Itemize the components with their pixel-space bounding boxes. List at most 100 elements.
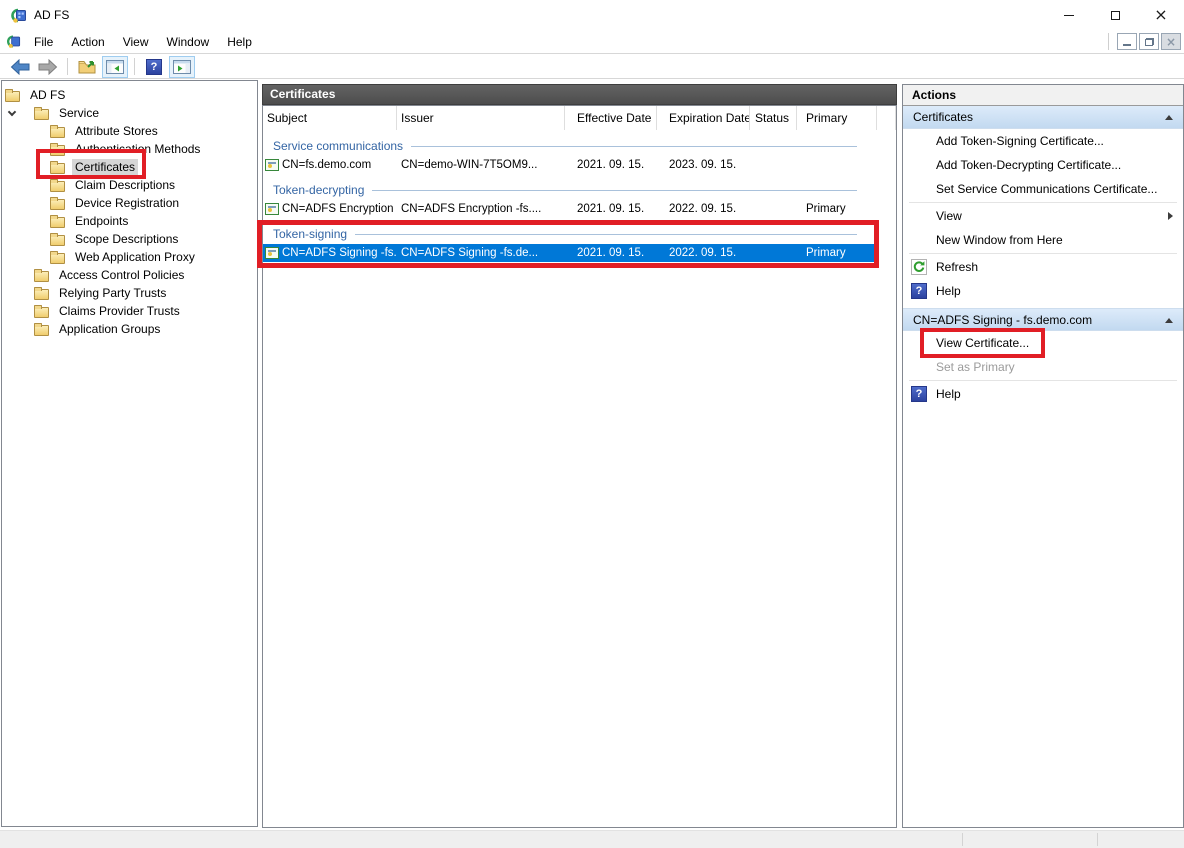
close-button[interactable] bbox=[1138, 0, 1184, 30]
help-button[interactable] bbox=[141, 56, 167, 78]
tree-item-label: Service bbox=[56, 105, 102, 121]
action-refresh[interactable]: Refresh bbox=[903, 255, 1183, 279]
child-minimize-button[interactable] bbox=[1117, 33, 1137, 50]
child-close-button[interactable] bbox=[1161, 33, 1181, 50]
back-button[interactable] bbox=[7, 56, 33, 78]
tree-item-access-control-policies[interactable]: Access Control Policies bbox=[2, 266, 257, 284]
action-new-window-from-here[interactable]: New Window from Here bbox=[903, 228, 1183, 252]
folder-icon bbox=[50, 181, 65, 192]
tree-item-endpoints[interactable]: Endpoints bbox=[2, 212, 257, 230]
action-help-selected-certificate[interactable]: Help bbox=[903, 382, 1183, 406]
cell-subject: CN=ADFS Encryption -fs.d... bbox=[282, 203, 397, 215]
certificates-list: Subject Issuer Effective Date Expiration… bbox=[262, 105, 897, 828]
menu-action[interactable]: Action bbox=[62, 30, 113, 53]
tree-item-claim-descriptions[interactable]: Claim Descriptions bbox=[2, 176, 257, 194]
column-header-expiration-date[interactable]: Expiration Date bbox=[657, 106, 750, 130]
action-view-certificate[interactable]: View Certificate... bbox=[903, 331, 1183, 355]
certificate-row-service-communications[interactable]: CN=fs.demo.com CN=demo-WIN-7T5OM9... 202… bbox=[263, 156, 877, 174]
cell-expiration-date: 2022. 09. 15. bbox=[657, 247, 750, 259]
column-header-filler bbox=[877, 106, 896, 130]
tree-item-label: Relying Party Trusts bbox=[56, 285, 169, 301]
divider bbox=[134, 58, 135, 75]
window-title: AD FS bbox=[34, 8, 69, 22]
tree-item-label: Endpoints bbox=[72, 213, 131, 229]
adfs-app-icon bbox=[9, 7, 27, 24]
tree-item-label: AD FS bbox=[27, 87, 68, 103]
tree-item-attribute-stores[interactable]: Attribute Stores bbox=[2, 122, 257, 140]
tree-item-authentication-methods[interactable]: Authentication Methods bbox=[2, 140, 257, 158]
cell-expiration-date: 2023. 09. 15. bbox=[657, 159, 750, 171]
divider bbox=[1108, 33, 1109, 50]
forward-arrow-icon bbox=[38, 59, 58, 75]
column-header-effective-date[interactable]: Effective Date bbox=[565, 106, 657, 130]
tree-item-label: Access Control Policies bbox=[56, 267, 187, 283]
folder-icon bbox=[34, 307, 49, 318]
tree-item-service[interactable]: Service bbox=[2, 104, 257, 122]
list-column-headers: Subject Issuer Effective Date Expiration… bbox=[263, 106, 896, 130]
child-restore-button[interactable] bbox=[1139, 33, 1159, 50]
maximize-button[interactable] bbox=[1092, 0, 1138, 30]
adfs-app-icon-small bbox=[5, 34, 21, 49]
group-divider-line bbox=[372, 190, 857, 191]
tree-item-application-groups[interactable]: Application Groups bbox=[2, 320, 257, 338]
group-divider-line bbox=[355, 234, 857, 235]
folder-icon bbox=[34, 109, 49, 120]
group-label: Service communications bbox=[263, 139, 403, 153]
tree-item-scope-descriptions[interactable]: Scope Descriptions bbox=[2, 230, 257, 248]
show-hide-console-tree-button[interactable] bbox=[102, 56, 128, 78]
column-header-status[interactable]: Status bbox=[750, 106, 797, 130]
tree-item-label: Authentication Methods bbox=[72, 141, 203, 157]
action-pane-icon bbox=[173, 60, 191, 74]
close-icon bbox=[1154, 7, 1167, 23]
tree-item-device-registration[interactable]: Device Registration bbox=[2, 194, 257, 212]
action-add-token-decrypting-certificate[interactable]: Add Token-Decrypting Certificate... bbox=[903, 153, 1183, 177]
column-header-issuer[interactable]: Issuer bbox=[397, 106, 565, 130]
cell-issuer: CN=demo-WIN-7T5OM9... bbox=[397, 159, 565, 171]
expand-collapse-toggle[interactable] bbox=[4, 112, 34, 115]
tree-item-label: Attribute Stores bbox=[72, 123, 161, 139]
menu-file[interactable]: File bbox=[25, 30, 62, 53]
cell-primary: Primary bbox=[797, 247, 874, 259]
actions-pane-title: Actions bbox=[903, 85, 1183, 106]
minimize-button[interactable] bbox=[1046, 0, 1092, 30]
folder-export-icon bbox=[78, 59, 97, 75]
divider bbox=[909, 380, 1177, 381]
tree-item-label: Scope Descriptions bbox=[72, 231, 181, 247]
actions-section-selected-certificate[interactable]: CN=ADFS Signing - fs.demo.com bbox=[903, 308, 1183, 331]
tree-item-label: Application Groups bbox=[56, 321, 163, 337]
actions-pane: Actions Certificates Add Token-Signing C… bbox=[902, 84, 1184, 828]
minimize-icon bbox=[1123, 44, 1131, 46]
tree-item-label: Web Application Proxy bbox=[72, 249, 198, 265]
folder-icon bbox=[50, 127, 65, 138]
column-header-primary[interactable]: Primary bbox=[797, 106, 877, 130]
minimize-icon bbox=[1064, 15, 1074, 16]
tree-item-certificates[interactable]: Certificates bbox=[2, 158, 257, 176]
menu-window[interactable]: Window bbox=[158, 30, 219, 53]
forward-button[interactable] bbox=[35, 56, 61, 78]
certificate-icon bbox=[265, 203, 279, 215]
tree-item-web-application-proxy[interactable]: Web Application Proxy bbox=[2, 248, 257, 266]
tree-item-claims-provider-trusts[interactable]: Claims Provider Trusts bbox=[2, 302, 257, 320]
menu-help[interactable]: Help bbox=[218, 30, 261, 53]
action-set-service-communications-certificate[interactable]: Set Service Communications Certificate..… bbox=[903, 177, 1183, 201]
collapse-up-icon bbox=[1165, 318, 1173, 323]
column-header-subject[interactable]: Subject bbox=[263, 106, 397, 130]
folder-icon bbox=[50, 145, 65, 156]
action-add-token-signing-certificate[interactable]: Add Token-Signing Certificate... bbox=[903, 129, 1183, 153]
action-view[interactable]: View bbox=[903, 204, 1183, 228]
cell-expiration-date: 2022. 09. 15. bbox=[657, 203, 750, 215]
toolbar bbox=[0, 55, 1184, 79]
cell-issuer: CN=ADFS Encryption -fs.... bbox=[397, 203, 565, 215]
certificate-row-token-signing-selected[interactable]: CN=ADFS Signing -fs.dem... CN=ADFS Signi… bbox=[263, 244, 874, 262]
cell-effective-date: 2021. 09. 15. bbox=[565, 247, 657, 259]
show-hide-action-pane-button[interactable] bbox=[169, 56, 195, 78]
folder-icon bbox=[50, 199, 65, 210]
menu-view[interactable]: View bbox=[114, 30, 158, 53]
action-help-certificates[interactable]: Help bbox=[903, 279, 1183, 303]
actions-section-certificates[interactable]: Certificates bbox=[903, 106, 1183, 129]
export-list-button[interactable] bbox=[74, 56, 100, 78]
certificate-row-token-decrypting[interactable]: CN=ADFS Encryption -fs.d... CN=ADFS Encr… bbox=[263, 200, 877, 218]
tree-item-adfs-root[interactable]: AD FS bbox=[2, 86, 257, 104]
status-bar-divider bbox=[962, 833, 963, 846]
tree-item-relying-party-trusts[interactable]: Relying Party Trusts bbox=[2, 284, 257, 302]
